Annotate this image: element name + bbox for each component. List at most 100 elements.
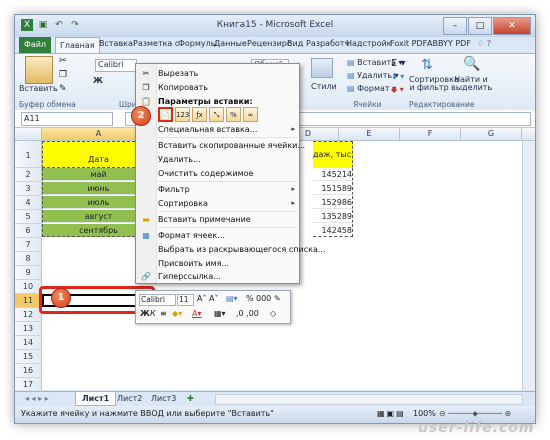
value-cell[interactable]: 135289 xyxy=(313,210,353,223)
tab-insert[interactable]: Вставка xyxy=(99,39,133,48)
row-header[interactable]: 8 xyxy=(15,252,42,266)
minimize-button[interactable]: – xyxy=(443,17,467,35)
row-header[interactable]: 17 xyxy=(15,378,42,390)
zoom-level[interactable]: 100% xyxy=(413,409,436,418)
italic-icon[interactable]: К xyxy=(150,309,156,318)
menu-item-filter[interactable]: Фильтр xyxy=(158,185,190,194)
mini-size-box[interactable]: 11 xyxy=(177,294,194,306)
clear-format-icon[interactable]: ◇ xyxy=(270,309,276,318)
row-header[interactable]: 15 xyxy=(15,350,42,364)
new-sheet-icon[interactable]: ✚ xyxy=(181,392,200,405)
menu-item-insert-copied[interactable]: Вставить скопированные ячейки... xyxy=(158,141,305,150)
format-painter-icon[interactable]: ✎ xyxy=(59,84,67,94)
font-name-box[interactable]: Calibri xyxy=(95,59,137,72)
find-icon[interactable]: 🔍 xyxy=(463,56,480,72)
tab-abbyy[interactable]: ABBYY PDF xyxy=(427,39,471,48)
row-header[interactable]: 14 xyxy=(15,336,42,350)
name-box[interactable]: A11 xyxy=(21,112,113,126)
thousands-button[interactable]: 000 xyxy=(256,294,271,303)
font-color-icon[interactable]: A▾ xyxy=(192,309,202,318)
row-header[interactable]: 10 xyxy=(15,280,42,294)
format-painter-icon[interactable]: ✎ xyxy=(274,294,281,303)
row-header[interactable]: 11 xyxy=(15,294,42,308)
menu-item-insert-comment[interactable]: Вставить примечание xyxy=(158,215,251,224)
tab-file[interactable]: Файл xyxy=(19,37,51,53)
row-header[interactable]: 7 xyxy=(15,238,42,252)
column-header[interactable]: G xyxy=(461,128,522,141)
grow-shrink-font-icon[interactable]: A˄ A˅ xyxy=(197,294,219,303)
help-icon[interactable]: ♢ ? xyxy=(477,39,491,48)
fill-color-icon[interactable]: ◆▾ xyxy=(172,309,182,318)
menu-item-delete[interactable]: Удалить... xyxy=(158,155,201,164)
menu-item-cut[interactable]: Вырезать xyxy=(158,69,198,78)
menu-item-clear[interactable]: Очистить содержимое xyxy=(158,169,253,178)
autosum-icon[interactable]: Σ ▾ xyxy=(391,58,406,69)
styles-label[interactable]: Стили xyxy=(311,82,337,91)
select-all-corner[interactable] xyxy=(15,128,42,141)
cut-icon[interactable]: ✂ xyxy=(59,56,67,66)
percent-button[interactable]: % xyxy=(246,294,254,303)
clear-icon[interactable]: ◆ ▾ xyxy=(391,85,404,94)
align-center-icon[interactable]: ≡ xyxy=(160,309,167,318)
row-header[interactable]: 3 xyxy=(15,182,42,196)
format-cells-button[interactable]: ▤ Формат ▾ xyxy=(347,84,396,93)
paste-link-button[interactable]: ∞ xyxy=(243,107,258,122)
vertical-scrollbar-track[interactable] xyxy=(522,141,535,390)
tab-data[interactable]: Данные xyxy=(214,39,247,48)
paste-values-button[interactable]: 123 xyxy=(175,107,190,122)
tab-page-layout[interactable]: Разметка с xyxy=(133,39,179,48)
paste-formulas-button[interactable]: ƒx xyxy=(192,107,207,122)
tab-addins[interactable]: Надстройк xyxy=(346,39,392,48)
row-header[interactable]: 9 xyxy=(15,266,42,280)
row-header[interactable]: 16 xyxy=(15,364,42,378)
maximize-button[interactable]: □ xyxy=(468,17,492,35)
bold-icon[interactable]: Ж xyxy=(93,76,103,85)
tab-developer[interactable]: Разработч xyxy=(306,39,349,48)
header-cell-sales[interactable]: даж, тыс. xyxy=(313,141,353,168)
value-cell[interactable]: 145214 xyxy=(313,168,353,181)
tab-formulas[interactable]: Формулы xyxy=(178,39,217,48)
vertical-scrollbar[interactable] xyxy=(522,128,535,141)
styles-icon[interactable] xyxy=(311,58,333,78)
bold-icon[interactable]: Ж xyxy=(140,309,150,318)
paste-label[interactable]: Вставить xyxy=(19,84,58,93)
sheet-tab[interactable]: Лист2 xyxy=(111,392,148,405)
currency-format-icon[interactable]: ▤▾ xyxy=(226,294,238,303)
sort-filter-icon[interactable]: ⇅ xyxy=(421,57,433,73)
row-header[interactable]: 2 xyxy=(15,168,42,182)
row-header[interactable]: 12 xyxy=(15,308,42,322)
menu-item-hyperlink[interactable]: Гиперссылка... xyxy=(158,272,221,281)
row-header[interactable]: 5 xyxy=(15,210,42,224)
menu-item-sort[interactable]: Сортировка xyxy=(158,199,208,208)
menu-item-copy[interactable]: Копировать xyxy=(158,83,208,92)
tab-home[interactable]: Главная xyxy=(55,37,100,53)
mini-font-box[interactable]: Calibri xyxy=(139,294,176,306)
copy-icon[interactable]: ❐ xyxy=(59,70,67,80)
row-header[interactable]: 4 xyxy=(15,196,42,210)
value-cell[interactable]: 151589 xyxy=(313,182,353,195)
sort-filter-label[interactable]: Сортировка и фильтр xyxy=(409,76,459,92)
row-header[interactable]: 1 xyxy=(15,141,42,168)
menu-item-paste-special[interactable]: Специальная вставка... xyxy=(158,125,257,134)
borders-icon[interactable]: ▦▾ xyxy=(214,309,226,318)
paste-transpose-button[interactable]: ⤡ xyxy=(209,107,224,122)
close-button[interactable]: ✕ xyxy=(493,17,531,35)
value-cell[interactable]: 152986 xyxy=(313,196,353,209)
column-header[interactable]: E xyxy=(339,128,400,141)
horizontal-scrollbar[interactable] xyxy=(215,394,523,405)
sheet-tab[interactable]: Лист3 xyxy=(145,392,182,405)
tab-view[interactable]: Вид xyxy=(287,39,303,48)
fill-icon[interactable]: ⬇ ▾ xyxy=(391,72,404,81)
menu-item-pick-list[interactable]: Выбрать из раскрывающегося списка... xyxy=(158,245,326,254)
decimal-icons[interactable]: ,0 ,00 xyxy=(236,309,259,318)
zoom-slider[interactable]: ⊖ ─────⬥───── ⊕ xyxy=(439,409,511,419)
paste-icon[interactable] xyxy=(25,56,53,84)
menu-item-assign-name[interactable]: Присвоить имя... xyxy=(158,259,229,268)
find-label[interactable]: Найти и выделить xyxy=(451,76,492,92)
paste-default-button[interactable]: 📄 xyxy=(158,107,173,122)
row-header[interactable]: 13 xyxy=(15,322,42,336)
sheet-nav-icon[interactable]: ◂ ◂ ▸ ▸ xyxy=(19,392,55,405)
paste-formatting-button[interactable]: % xyxy=(226,107,241,122)
column-header[interactable]: F xyxy=(400,128,461,141)
menu-item-format-cells[interactable]: Формат ячеек... xyxy=(158,231,225,240)
